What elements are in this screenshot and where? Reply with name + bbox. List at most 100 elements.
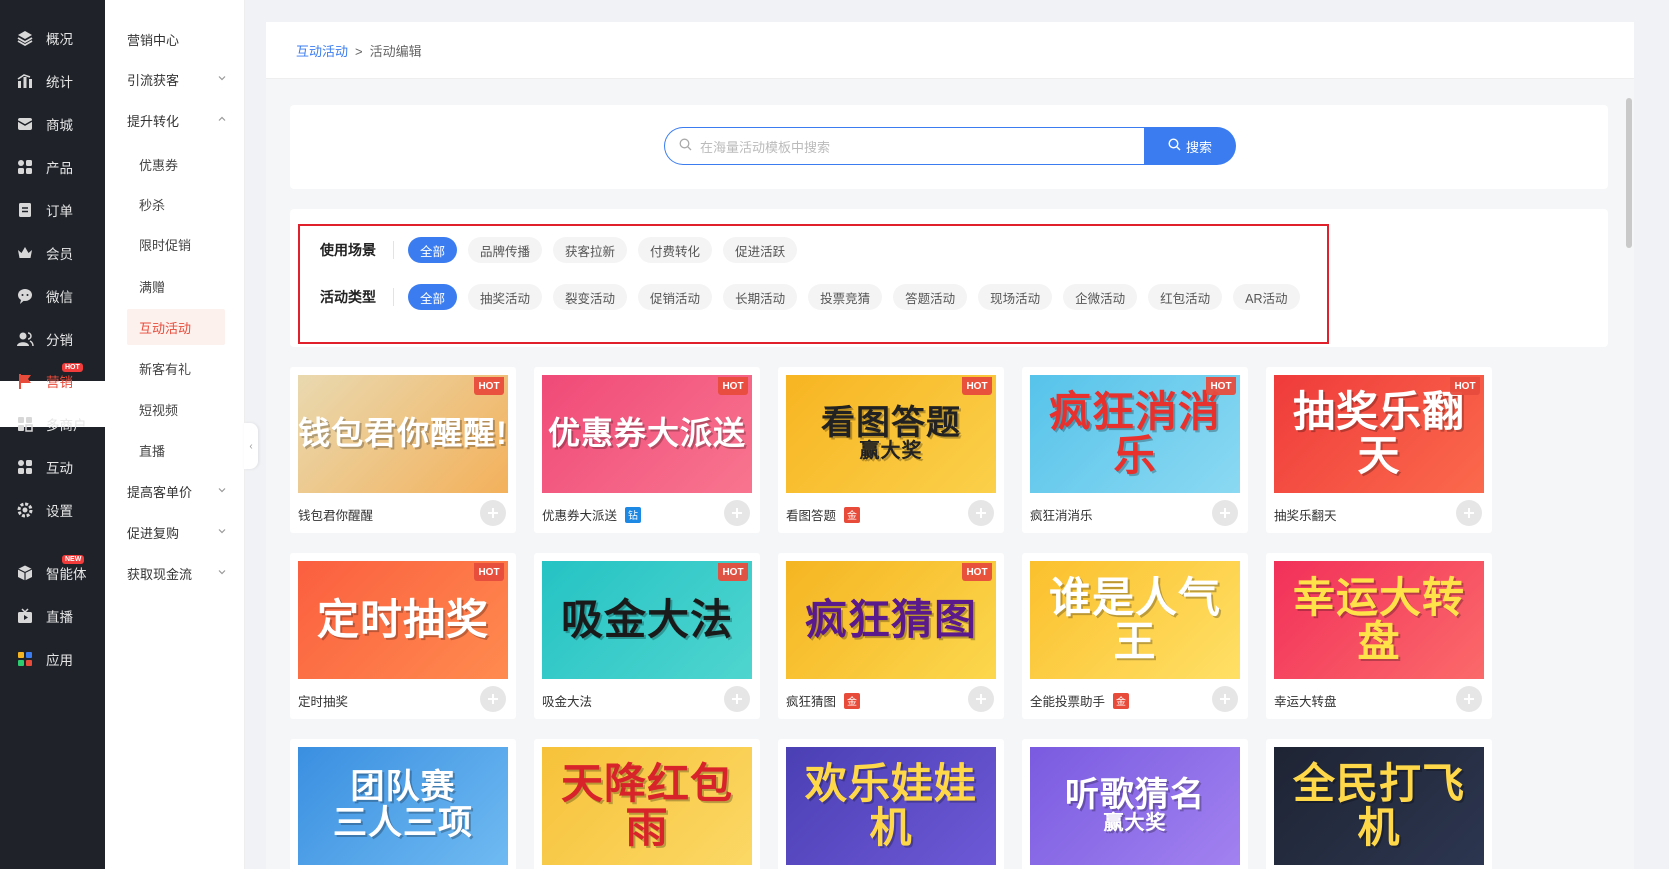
subnav-item-5[interactable]: 限时促销 [105,226,245,262]
scene-chip-1[interactable]: 品牌传播 [468,237,543,263]
add-template-button[interactable] [724,686,750,712]
add-template-button[interactable] [1212,686,1238,712]
type-chip-0[interactable]: 全部 [408,284,458,310]
nav-item-10[interactable]: 互动 [0,447,105,487]
add-template-button[interactable] [480,500,506,526]
nav-item-12[interactable]: 智能体 NEW [0,553,105,593]
template-card[interactable]: 听歌猜名赢大奖听歌猜名赢大奖 [1022,739,1248,869]
type-chip-3[interactable]: 促销活动 [638,284,713,310]
template-thumbnail[interactable]: 欢乐娃娃机 [786,747,996,865]
nav-item-8[interactable]: 营销 HOT [0,361,105,401]
template-thumbnail[interactable]: 钱包君你醒醒! HOT [298,375,508,493]
collapse-sidebar-button[interactable]: ‹ [244,423,258,469]
template-card[interactable]: 谁是人气王 全能投票助手金 [1022,553,1248,719]
subnav-item-6[interactable]: 满赠 [105,268,245,304]
search-button[interactable]: 搜索 [1144,127,1236,165]
vertical-scrollbar[interactable] [1626,98,1632,248]
type-chip-4[interactable]: 长期活动 [723,284,798,310]
template-thumbnail[interactable]: 疯狂消消乐 HOT [1030,375,1240,493]
template-card[interactable]: 抽奖乐翻天 HOT 抽奖乐翻天 [1266,367,1492,533]
template-thumbnail[interactable]: 优惠券大派送 HOT [542,375,752,493]
type-chip-2[interactable]: 裂变活动 [553,284,628,310]
template-card[interactable]: 疯狂猜图 HOT 疯狂猜图金 [778,553,1004,719]
plus-icon [1220,508,1230,518]
secondary-sidebar: 营销中心引流获客提升转化优惠券秒杀限时促销满赠互动活动新客有礼短视频直播提高客单… [105,0,245,869]
subnav-item-9[interactable]: 短视频 [105,391,245,427]
type-chip-7[interactable]: 现场活动 [978,284,1053,310]
type-chip-10[interactable]: AR活动 [1233,284,1300,310]
nav-item-11[interactable]: 设置 [0,490,105,530]
template-card[interactable]: 团队赛三人三项团队赛 三人三项 [290,739,516,869]
subnav-item-1[interactable]: 引流获客 [105,61,245,97]
template-thumbnail[interactable]: 疯狂猜图 HOT [786,561,996,679]
scene-chip-2[interactable]: 获客拉新 [553,237,628,263]
template-thumbnail[interactable]: 幸运大转盘 [1274,561,1484,679]
subnav-item-label: 引流获客 [127,72,180,88]
thumbnail-title: 优惠券大派送 [547,415,746,452]
scene-chip-4[interactable]: 促进活跃 [723,237,798,263]
nav-item-0[interactable]: 概况 [0,18,105,58]
template-card[interactable]: 天降红包雨天降红包雨 [534,739,760,869]
chevron-down-icon [217,567,227,577]
template-thumbnail[interactable]: 定时抽奖 HOT [298,561,508,679]
nav-item-1[interactable]: 统计 [0,61,105,101]
nav-item-7[interactable]: 分销 [0,319,105,359]
nav-item-6[interactable]: 微信 [0,276,105,316]
template-thumbnail[interactable]: 全民打飞机 [1274,747,1484,865]
nav-item-14[interactable]: 应用 [0,639,105,679]
type-chip-1[interactable]: 抽奖活动 [468,284,543,310]
template-card[interactable]: 看图答题 赢大奖 HOT 看图答题金 [778,367,1004,533]
nav-item-13[interactable]: 直播 [0,596,105,636]
search-input[interactable]: 在海量活动模板中搜索 [664,127,1144,165]
template-card[interactable]: 疯狂消消乐 HOT 疯狂消消乐 [1022,367,1248,533]
template-card[interactable]: 幸运大转盘 幸运大转盘 [1266,553,1492,719]
thumbnail-title: 谁是人气王 [1048,573,1221,665]
subnav-item-11[interactable]: 提高客单价 [105,473,245,509]
nav-item-4[interactable]: 订单 [0,190,105,230]
nav-item-label: 营销 [46,375,73,390]
nav-item-5[interactable]: 会员 [0,233,105,273]
subnav-item-4[interactable]: 秒杀 [105,186,245,222]
template-thumbnail[interactable]: 听歌猜名 赢大奖 [1030,747,1240,865]
template-card[interactable]: 钱包君你醒醒! HOT 钱包君你醒醒 [290,367,516,533]
subnav-item-12[interactable]: 促进复购 [105,514,245,550]
add-template-button[interactable] [724,500,750,526]
nav-item-2[interactable]: 商城 [0,104,105,144]
subnav-item-10[interactable]: 直播 [105,432,245,468]
scene-chip-3[interactable]: 付费转化 [638,237,713,263]
add-template-button[interactable] [968,686,994,712]
thumbnail-title: 抽奖乐翻天 [1292,387,1465,479]
subnav-item-8[interactable]: 新客有礼 [105,350,245,386]
add-template-button[interactable] [1456,500,1482,526]
add-template-button[interactable] [1212,500,1238,526]
type-chip-6[interactable]: 答题活动 [893,284,968,310]
template-card[interactable]: 定时抽奖 HOT 定时抽奖 [290,553,516,719]
type-chip-5[interactable]: 投票竞猜 [808,284,883,310]
flag-icon [16,372,34,390]
subnav-item-7[interactable]: 互动活动 [127,309,225,345]
add-template-button[interactable] [968,500,994,526]
nav-item-9[interactable]: 多商户 [0,404,105,444]
subnav-item-2[interactable]: 提升转化 [105,102,245,138]
breadcrumb-parent-link[interactable]: 互动活动 [296,44,348,59]
template-thumbnail[interactable]: 抽奖乐翻天 HOT [1274,375,1484,493]
search-icon [679,138,692,154]
template-thumbnail[interactable]: 天降红包雨 [542,747,752,865]
template-card[interactable]: 优惠券大派送 HOT 优惠券大派送钻 [534,367,760,533]
type-chip-8[interactable]: 企微活动 [1063,284,1138,310]
nav-item-3[interactable]: 产品 [0,147,105,187]
scene-chip-0[interactable]: 全部 [408,237,458,263]
subnav-item-13[interactable]: 获取现金流 [105,555,245,591]
template-thumbnail[interactable]: 谁是人气王 [1030,561,1240,679]
template-thumbnail[interactable]: 看图答题 赢大奖 HOT [786,375,996,493]
template-thumbnail[interactable]: 吸金大法 HOT [542,561,752,679]
subnav-item-3[interactable]: 优惠券 [105,146,245,182]
template-card[interactable]: 全民打飞机全民打飞机 [1266,739,1492,869]
template-card[interactable]: 欢乐娃娃机欢乐娃娃机 [778,739,1004,869]
subnav-item-0[interactable]: 营销中心 [105,21,245,57]
add-template-button[interactable] [1456,686,1482,712]
add-template-button[interactable] [480,686,506,712]
template-card[interactable]: 吸金大法 HOT 吸金大法 [534,553,760,719]
template-thumbnail[interactable]: 团队赛 三人三项 [298,747,508,865]
type-chip-9[interactable]: 红包活动 [1148,284,1223,310]
